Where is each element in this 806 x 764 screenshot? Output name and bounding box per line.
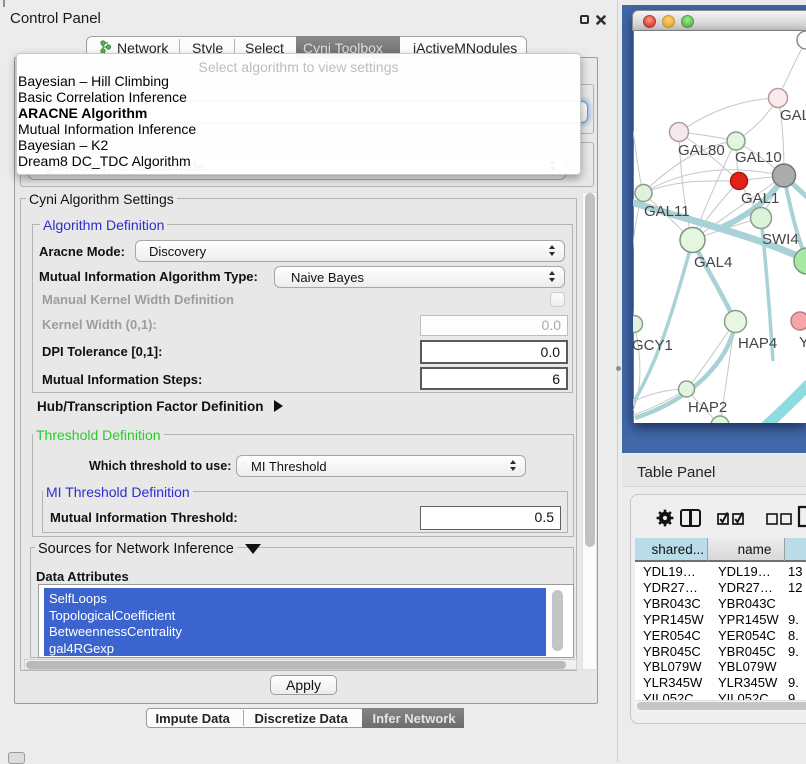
svg-text:GAL4: GAL4 bbox=[694, 254, 732, 271]
svg-text:GAL11: GAL11 bbox=[644, 203, 690, 220]
svg-text:GCY1: GCY1 bbox=[633, 337, 673, 354]
svg-text:HAP4: HAP4 bbox=[738, 335, 777, 352]
svg-text:HAP2: HAP2 bbox=[688, 399, 727, 416]
svg-text:GAL1: GAL1 bbox=[741, 190, 779, 207]
svg-text:GAL10: GAL10 bbox=[735, 149, 782, 166]
svg-text:YD: YD bbox=[799, 334, 806, 351]
svg-text:GAL7: GAL7 bbox=[780, 107, 806, 124]
svg-text:SWI4: SWI4 bbox=[762, 231, 799, 248]
svg-text:GAL80: GAL80 bbox=[678, 142, 725, 159]
